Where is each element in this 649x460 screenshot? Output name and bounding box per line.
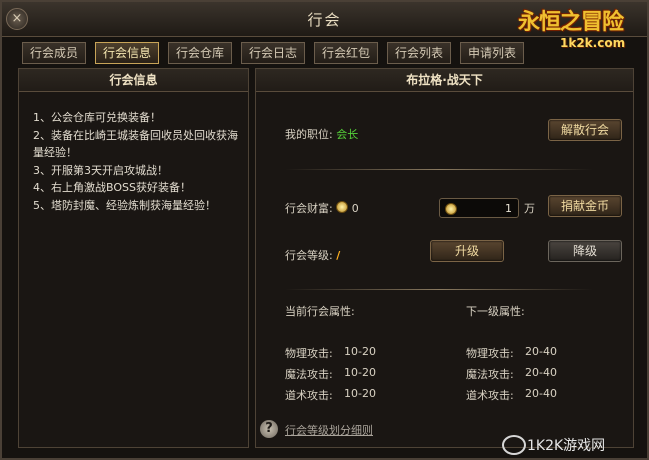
level-rules-link[interactable]: 行会等级划分细则: [285, 422, 373, 438]
divider: [285, 169, 593, 170]
tab-applications[interactable]: 申请列表: [460, 42, 524, 64]
tab-warehouse[interactable]: 行会仓库: [168, 42, 232, 64]
donate-gold-button[interactable]: 捐献金币: [548, 195, 622, 217]
tab-log[interactable]: 行会日志: [241, 42, 305, 64]
watermark: 1K2K游戏网: [527, 438, 606, 454]
info-panel: 行会信息 1、公会仓库可兑换装备！ 2、装备在比崎王城装备回收员处回收获海量经验…: [18, 68, 249, 448]
upgrade-button[interactable]: 升级: [430, 240, 504, 262]
next-attr-name: 魔法攻击:: [466, 368, 514, 381]
wealth-value: 0: [351, 202, 359, 215]
info-panel-title: 行会信息: [19, 69, 248, 92]
notice-list: 1、公会仓库可兑换装备！ 2、装备在比崎王城装备回收员处回收获海量经验！ 3、开…: [33, 109, 243, 214]
current-attr-title: 当前行会属性:: [285, 305, 355, 318]
logo-title: 永恒之冒险: [518, 10, 624, 35]
notice-item: 2、装备在比崎王城装备回收员处回收获海量经验！: [33, 128, 238, 160]
wealth-label: 行会财富:: [285, 202, 333, 215]
game-logo: 永恒之冒险 1k2k.com: [512, 4, 646, 52]
tab-members[interactable]: 行会成员: [22, 42, 86, 64]
current-attr-name: 道术攻击:: [285, 389, 333, 402]
disband-guild-button[interactable]: 解散行会: [548, 119, 622, 141]
next-attr-name: 物理攻击:: [466, 347, 514, 360]
donate-amount-value: 1: [505, 202, 512, 215]
guild-name-title: 布拉格·战天下: [256, 69, 633, 92]
position-value: 会长: [336, 128, 359, 141]
coin-icon: [336, 201, 349, 213]
next-attr-value: 20-40: [525, 366, 557, 379]
tab-guild-list[interactable]: 行会列表: [387, 42, 451, 64]
current-attr-name: 魔法攻击:: [285, 368, 333, 381]
notice-item: 3、开服第3天开启攻城战！: [33, 163, 168, 177]
next-attr-title: 下一级属性:: [466, 305, 525, 318]
notice-item: 4、右上角激战BOSS获好装备！: [33, 181, 191, 194]
current-attr-name: 物理攻击:: [285, 347, 333, 360]
help-icon[interactable]: ?: [260, 420, 278, 438]
level-value: /: [336, 249, 341, 262]
coin-icon: [445, 203, 457, 215]
position-label: 我的职位:: [285, 128, 333, 141]
next-attr-value: 20-40: [525, 345, 557, 358]
guild-window: × 行会 永恒之冒险 1k2k.com 行会成员 行会信息 行会仓库 行会日志 …: [0, 0, 649, 460]
divider: [285, 289, 593, 290]
level-row: 行会等级: /: [285, 247, 340, 263]
logo-site: 1k2k.com: [560, 36, 626, 50]
notice-item: 5、塔防封魔、经验炼制获海量经验！: [33, 198, 216, 212]
notice-item: 1、公会仓库可兑换装备！: [33, 111, 161, 124]
tab-guild-info[interactable]: 行会信息: [95, 42, 159, 64]
next-attr-name: 道术攻击:: [466, 389, 514, 402]
donate-unit: 万: [524, 202, 535, 215]
wealth-row: 行会财富: 0: [285, 200, 359, 216]
position-row: 我的职位: 会长: [285, 126, 358, 142]
current-attr-value: 10-20: [344, 366, 376, 379]
weibo-icon: [502, 435, 526, 455]
next-attr-value: 20-40: [525, 387, 557, 400]
downgrade-button[interactable]: 降级: [548, 240, 622, 262]
current-attr-value: 10-20: [344, 345, 376, 358]
current-attr-value: 10-20: [344, 387, 376, 400]
donate-amount-input[interactable]: 1: [439, 198, 519, 218]
level-label: 行会等级:: [285, 249, 333, 262]
tab-red-packet[interactable]: 行会红包: [314, 42, 378, 64]
